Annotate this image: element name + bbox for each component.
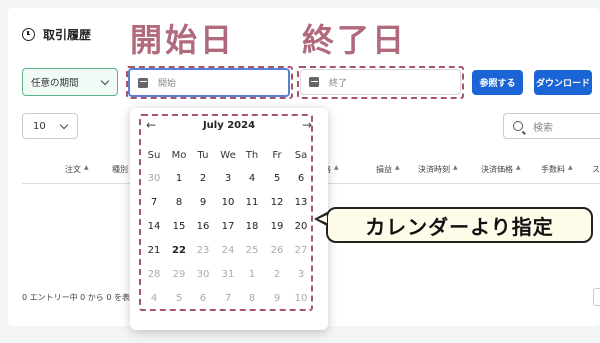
calendar-day[interactable]: 2 [191,173,215,184]
weekday-label: Tu [197,150,209,161]
calendar-day[interactable]: 29 [167,269,191,280]
calendar-day[interactable]: 13 [289,197,313,208]
calendar-day[interactable]: 24 [216,245,240,256]
calendar-day[interactable]: 11 [240,197,264,208]
weekday-label: Su [147,150,161,161]
weekday-label: Mo [171,150,187,161]
pagination-control[interactable] [593,288,600,306]
start-date-placeholder: 開始 [158,79,177,89]
callout-box: カレンダーより指定 [326,207,593,243]
sort-icon: ▲ [84,164,89,171]
page-length-value: 10 [33,120,46,132]
sort-icon: ▲ [453,164,458,171]
calendar-day[interactable]: 7 [142,197,166,208]
calendar-day[interactable]: 2 [265,269,289,280]
calendar-day[interactable]: 4 [240,173,264,184]
chevron-down-icon [59,120,69,130]
period-select-label: 任意の期間 [31,78,79,89]
table-search-input[interactable]: 検索 [503,113,600,139]
column-header[interactable]: 損益 ▲ [376,164,400,175]
column-header-label: 種別 [112,165,128,174]
calendar-day[interactable]: 25 [240,245,264,256]
calendar-day[interactable]: 3 [289,269,313,280]
column-header-label: 手数料 [541,165,565,174]
calendar-day[interactable]: 22 [167,245,191,256]
calendar-icon [309,77,319,87]
calendar-day[interactable]: 12 [265,197,289,208]
calendar-day[interactable]: 21 [142,245,166,256]
calendar-day[interactable]: 14 [142,221,166,232]
page-title: 取引履歴 [43,28,92,42]
calendar-day[interactable]: 3 [216,173,240,184]
column-header-label: 損益 [376,165,392,174]
column-header-label: 決済時刻 [418,165,450,174]
weekday-label: Th [245,150,259,161]
period-select[interactable]: 任意の期間 [22,68,118,96]
calendar-day[interactable]: 28 [142,269,166,280]
callout-pointer-fill [318,215,327,223]
next-month-icon[interactable]: → [302,118,312,132]
weekday-label: Sa [294,150,308,161]
end-date-placeholder: 終了 [329,78,348,89]
calendar-day[interactable]: 20 [289,221,313,232]
calendar-day[interactable]: 30 [142,173,166,184]
download-button[interactable]: ダウンロード [534,70,592,95]
calendar-day[interactable]: 10 [289,293,313,304]
calendar-day[interactable]: 30 [191,269,215,280]
column-header[interactable]: 決済時刻 ▲ [418,164,458,175]
calendar-day[interactable]: 17 [216,221,240,232]
calendar-day[interactable]: 18 [240,221,264,232]
chevron-down-icon [100,76,110,86]
search-button[interactable]: 参照する [472,70,523,95]
table-info: 0 エントリー中 0 から 0 を表 [22,293,130,302]
date-picker-popup: ← July 2024 → Su Mo Tu We Th Fr Sa 30 1 2 3 4 5 6 7 8 9 1… [130,108,328,330]
calendar-day[interactable]: 23 [191,245,215,256]
end-date-input[interactable]: 終了 [300,69,461,95]
page-length-select[interactable]: 10 [22,113,78,139]
column-header[interactable]: ス [592,164,600,175]
column-header[interactable]: 決済価格 ▲ [481,164,521,175]
start-date-input[interactable]: 開始 [128,68,290,97]
sort-icon: ▲ [516,164,521,171]
sort-icon: ▲ [395,164,400,171]
search-icon [513,121,523,131]
calendar-day[interactable]: 27 [289,245,313,256]
weekday-label: Fr [272,150,282,161]
calendar-day[interactable]: 9 [265,293,289,304]
column-header-label: ス [592,165,600,174]
table-search-placeholder: 検索 [533,122,553,134]
calendar-day[interactable]: 6 [191,293,215,304]
calendar-day[interactable]: 1 [240,269,264,280]
calendar-day[interactable]: 4 [142,293,166,304]
column-header[interactable]: 注文 ▲ [65,164,89,175]
calendar-day[interactable]: 19 [265,221,289,232]
calendar-day[interactable]: 31 [216,269,240,280]
column-header[interactable]: 手数料 ▲ [541,164,573,175]
clock-icon [22,28,35,41]
sort-icon: ▲ [334,164,339,171]
weekday-label: We [220,150,236,161]
calendar-day[interactable]: 8 [167,197,191,208]
calendar-day[interactable]: 5 [265,173,289,184]
calendar-month-label: July 2024 [202,120,256,131]
page-header: 取引履歴 [22,26,91,43]
calendar-day[interactable]: 9 [191,197,215,208]
calendar-day[interactable]: 10 [216,197,240,208]
start-date-annotation: 開始日 [130,21,236,59]
column-header-label: 決済価格 [481,165,513,174]
column-header-label: 注文 [65,165,81,174]
end-date-annotation: 終了日 [302,21,408,59]
calendar-icon [138,77,148,88]
calendar-day[interactable]: 5 [167,293,191,304]
calendar-day[interactable]: 6 [289,173,313,184]
calendar-day[interactable]: 8 [240,293,264,304]
calendar-day[interactable]: 16 [191,221,215,232]
sort-icon: ▲ [568,164,573,171]
calendar-day[interactable]: 1 [167,173,191,184]
calendar-day[interactable]: 15 [167,221,191,232]
calendar-day[interactable]: 7 [216,293,240,304]
calendar-day[interactable]: 26 [265,245,289,256]
